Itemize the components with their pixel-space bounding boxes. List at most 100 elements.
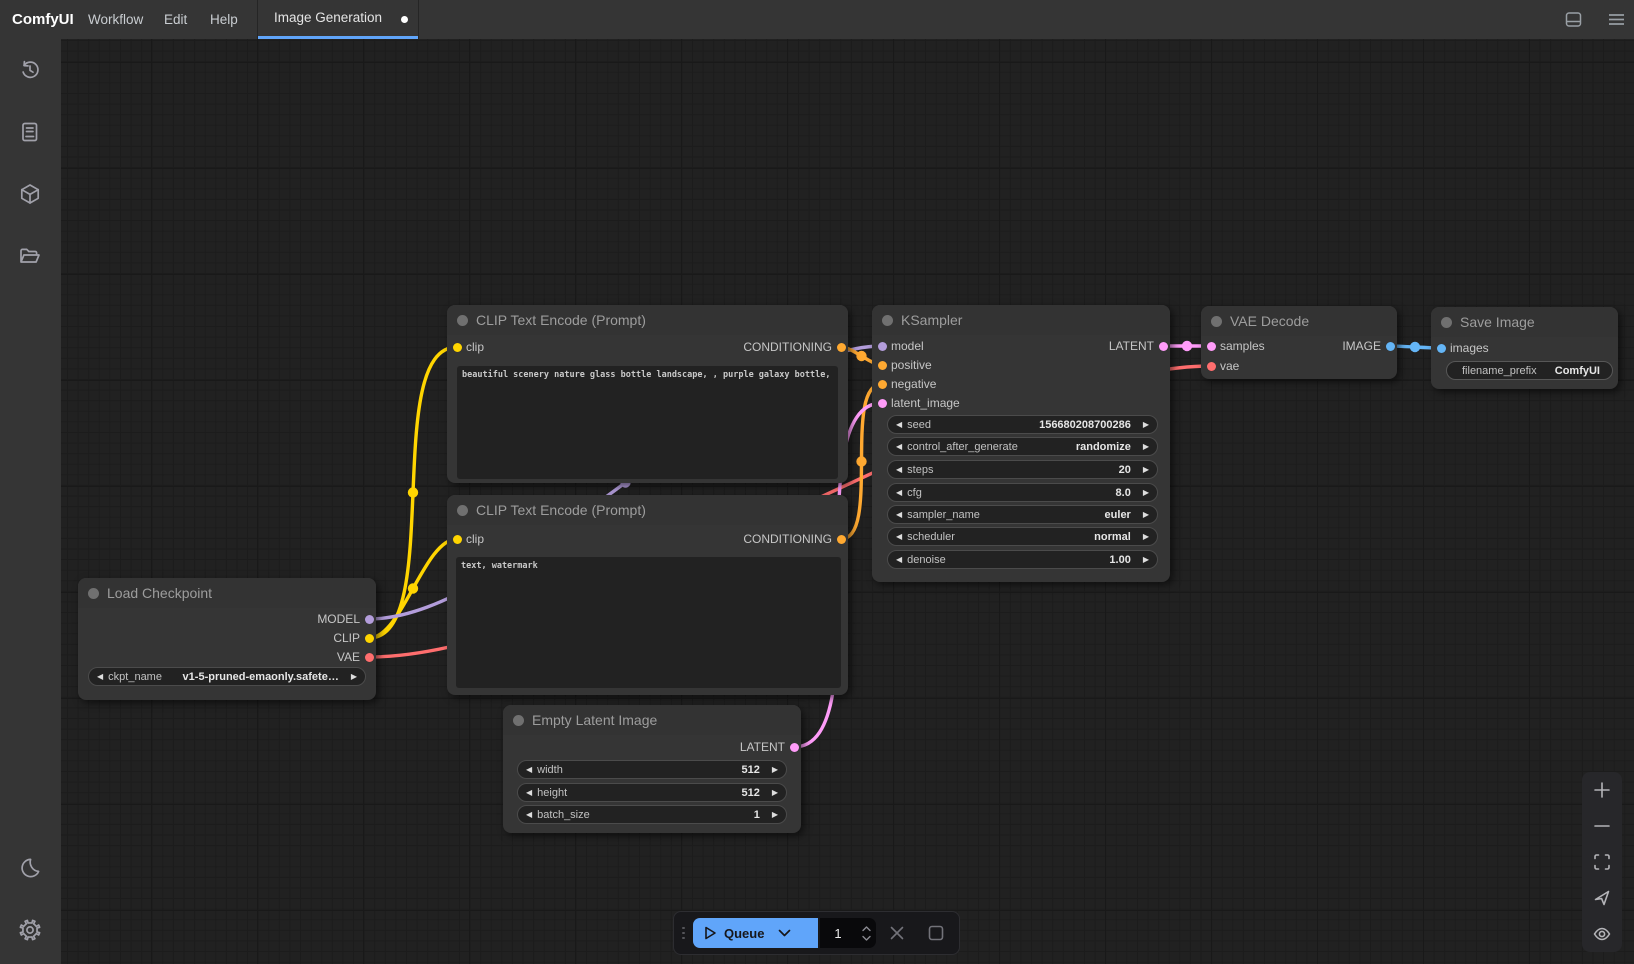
- input-port-dot[interactable]: [1207, 342, 1216, 351]
- output-MODEL[interactable]: MODEL: [317, 610, 376, 628]
- widget-filename_prefix[interactable]: filename_prefixComfyUI: [1446, 361, 1613, 380]
- increment-icon[interactable]: ▶: [1143, 532, 1149, 541]
- increment-icon[interactable]: ▶: [1143, 442, 1149, 451]
- node-save-image[interactable]: Save Image images filename_prefixComfyUI: [1431, 307, 1618, 389]
- node-title-bar[interactable]: CLIP Text Encode (Prompt): [447, 495, 848, 525]
- input-port-dot[interactable]: [878, 361, 887, 370]
- gear-icon[interactable]: [18, 918, 42, 942]
- node-clip-text-encode-2[interactable]: CLIP Text Encode (Prompt) clip CONDITIONIN…: [447, 495, 848, 695]
- node-clip-text-encode-1[interactable]: CLIP Text Encode (Prompt) clip CONDITIONIN…: [447, 305, 848, 483]
- cube-icon[interactable]: [18, 182, 42, 206]
- clear-queue-icon[interactable]: [889, 925, 905, 941]
- output-port-dot[interactable]: [365, 634, 374, 643]
- widget-batch_size[interactable]: ◀batch_size1▶: [517, 805, 787, 824]
- zoom-out-button[interactable]: [1582, 808, 1622, 844]
- menu-edit[interactable]: Edit: [164, 0, 187, 39]
- decrement-icon[interactable]: ◀: [896, 532, 902, 541]
- widget-steps[interactable]: ◀steps20▶: [887, 460, 1158, 479]
- input-port-dot[interactable]: [453, 343, 462, 352]
- increment-icon[interactable]: ▶: [1143, 555, 1149, 564]
- increment-icon[interactable]: ▶: [1143, 420, 1149, 429]
- widget-ckpt_name[interactable]: ◀ckpt_namev1-5-pruned-emaonly.safete…▶: [88, 667, 366, 686]
- node-empty-latent-image[interactable]: Empty Latent Image LATENT ◀width512▶ ◀heigh…: [503, 705, 801, 833]
- menu-icon[interactable]: [1608, 11, 1625, 28]
- widget-sampler_name[interactable]: ◀sampler_nameeuler▶: [887, 505, 1158, 524]
- queue-drag-handle[interactable]: [682, 927, 685, 940]
- node-title-bar[interactable]: KSampler: [872, 305, 1170, 335]
- input-clip[interactable]: clip: [447, 530, 484, 548]
- input-port-dot[interactable]: [1437, 344, 1446, 353]
- decrement-icon[interactable]: ◀: [896, 510, 902, 519]
- output-VAE[interactable]: VAE: [337, 648, 376, 666]
- prompt-textarea[interactable]: text, watermark: [456, 557, 841, 688]
- output-CONDITIONING[interactable]: CONDITIONING: [743, 338, 848, 356]
- increment-icon[interactable]: ▶: [1143, 510, 1149, 519]
- queue-button[interactable]: Queue: [693, 918, 818, 948]
- input-samples[interactable]: samples: [1201, 337, 1265, 355]
- output-CONDITIONING[interactable]: CONDITIONING: [743, 530, 848, 548]
- node-collapse-dot[interactable]: [1441, 317, 1452, 328]
- node-title-bar[interactable]: Load Checkpoint: [78, 578, 376, 608]
- output-port-dot[interactable]: [1159, 342, 1168, 351]
- spinner-up-icon[interactable]: [862, 926, 871, 932]
- input-port-dot[interactable]: [878, 342, 887, 351]
- node-vae-decode[interactable]: VAE DecodesamplesvaeIMAGE: [1201, 306, 1397, 379]
- output-port-dot[interactable]: [790, 743, 799, 752]
- output-port-dot[interactable]: [837, 535, 846, 544]
- widget-width[interactable]: ◀width512▶: [517, 760, 787, 779]
- input-negative[interactable]: negative: [872, 375, 936, 393]
- widget-control_after_generate[interactable]: ◀control_after_generaterandomize▶: [887, 437, 1158, 456]
- history-icon[interactable]: [18, 58, 42, 82]
- input-port-dot[interactable]: [878, 399, 887, 408]
- batch-count-spinner[interactable]: 1: [820, 918, 876, 948]
- stop-icon[interactable]: [928, 925, 944, 941]
- spinner-down-icon[interactable]: [862, 935, 871, 941]
- increment-icon[interactable]: ▶: [1143, 488, 1149, 497]
- node-collapse-dot[interactable]: [1211, 316, 1222, 327]
- output-port-dot[interactable]: [1386, 342, 1395, 351]
- zoom-in-button[interactable]: [1582, 772, 1622, 808]
- node-collapse-dot[interactable]: [88, 588, 99, 599]
- widget-cfg[interactable]: ◀cfg8.0▶: [887, 483, 1158, 502]
- increment-icon[interactable]: ▶: [351, 672, 357, 681]
- decrement-icon[interactable]: ◀: [896, 488, 902, 497]
- input-images[interactable]: images: [1431, 339, 1489, 357]
- output-LATENT[interactable]: LATENT: [740, 738, 801, 756]
- list-icon[interactable]: [18, 120, 42, 144]
- decrement-icon[interactable]: ◀: [526, 788, 532, 797]
- widget-seed[interactable]: ◀seed156680208700286▶: [887, 415, 1158, 434]
- widget-height[interactable]: ◀height512▶: [517, 783, 787, 802]
- input-clip[interactable]: clip: [447, 338, 484, 356]
- output-CLIP[interactable]: CLIP: [333, 629, 376, 647]
- fit-view-button[interactable]: [1582, 844, 1622, 880]
- output-port-dot[interactable]: [837, 343, 846, 352]
- input-latent_image[interactable]: latent_image: [872, 394, 960, 412]
- input-port-dot[interactable]: [878, 380, 887, 389]
- decrement-icon[interactable]: ◀: [97, 672, 103, 681]
- increment-icon[interactable]: ▶: [772, 788, 778, 797]
- output-IMAGE[interactable]: IMAGE: [1342, 337, 1397, 355]
- increment-icon[interactable]: ▶: [772, 810, 778, 819]
- node-title-bar[interactable]: CLIP Text Encode (Prompt): [447, 305, 848, 335]
- node-collapse-dot[interactable]: [457, 505, 468, 516]
- input-port-dot[interactable]: [453, 535, 462, 544]
- input-positive[interactable]: positive: [872, 356, 932, 374]
- node-collapse-dot[interactable]: [513, 715, 524, 726]
- node-title-bar[interactable]: Save Image: [1431, 307, 1618, 337]
- menu-help[interactable]: Help: [210, 0, 238, 39]
- decrement-icon[interactable]: ◀: [896, 555, 902, 564]
- tab-image-generation[interactable]: Image Generation: [257, 0, 419, 39]
- decrement-icon[interactable]: ◀: [896, 465, 902, 474]
- menu-workflow[interactable]: Workflow: [88, 0, 143, 39]
- queue-dropdown-chevron-icon[interactable]: [778, 929, 791, 937]
- increment-icon[interactable]: ▶: [1143, 465, 1149, 474]
- widget-denoise[interactable]: ◀denoise1.00▶: [887, 550, 1158, 569]
- decrement-icon[interactable]: ◀: [526, 765, 532, 774]
- decrement-icon[interactable]: ◀: [896, 442, 902, 451]
- node-title-bar[interactable]: VAE Decode: [1201, 306, 1397, 336]
- folder-open-icon[interactable]: [18, 244, 42, 268]
- node-title-bar[interactable]: Empty Latent Image: [503, 705, 801, 735]
- toggle-link-visibility-button[interactable]: [1582, 916, 1622, 952]
- input-model[interactable]: model: [872, 337, 924, 355]
- pan-mode-button[interactable]: [1582, 880, 1622, 916]
